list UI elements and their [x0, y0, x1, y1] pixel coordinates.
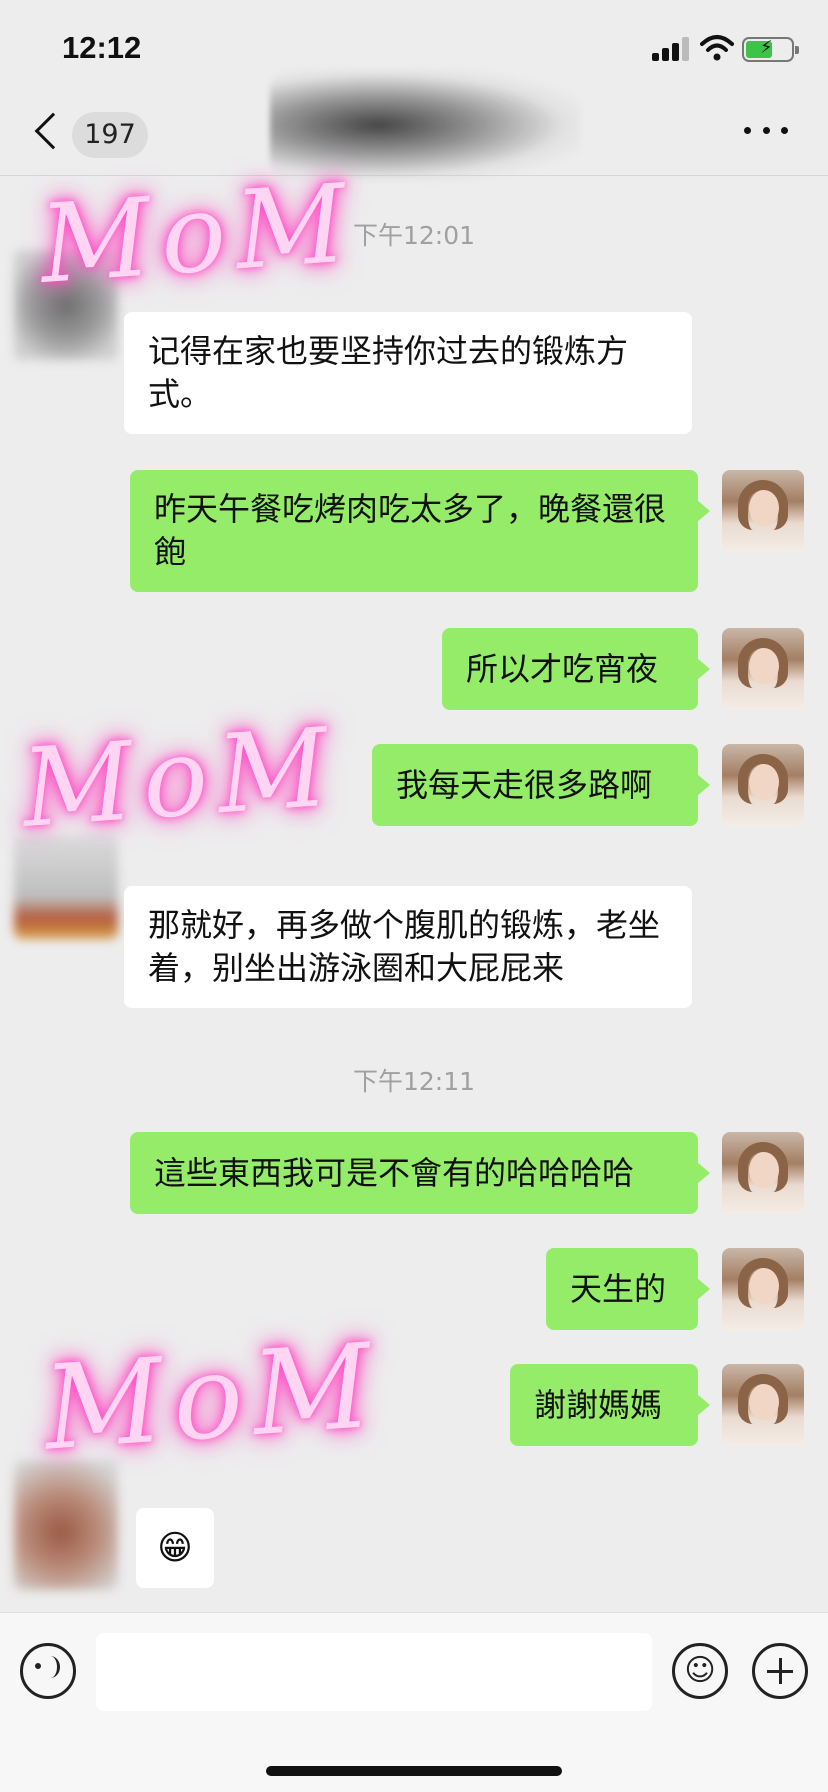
message-bubble-other[interactable]: 😁 [136, 1508, 214, 1588]
avatar-me[interactable] [722, 628, 804, 710]
message-bubble-me[interactable]: 昨天午餐吃烤肉吃太多了，晚餐還很飽 [130, 470, 710, 592]
more-icon[interactable] [744, 120, 788, 140]
avatar-me[interactable] [722, 470, 804, 552]
battery-charging-icon: ⚡ [742, 37, 799, 62]
message-bubble-me[interactable]: 謝謝媽媽 [510, 1364, 710, 1446]
message-input[interactable] [96, 1633, 652, 1711]
chat-header: 197 [0, 70, 828, 180]
plus-icon[interactable] [752, 1643, 808, 1699]
voice-icon[interactable] [20, 1643, 76, 1699]
back-button[interactable]: 197 [34, 106, 154, 162]
message-bubble-other[interactable]: 记得在家也要坚持你过去的锻炼方式。 [124, 312, 692, 434]
message-bubble-me[interactable]: 我每天走很多路啊 [372, 744, 710, 826]
mom-scribble-overlay: MoM [18, 705, 343, 852]
home-indicator [266, 1766, 562, 1776]
cellular-signal-icon [652, 37, 694, 61]
message-input-bar: ☺ [0, 1612, 828, 1792]
message-bubble-other[interactable]: 那就好，再多做个腹肌的锻炼，老坐着，别坐出游泳圈和大屁屁来 [124, 886, 692, 1008]
avatar-contact[interactable] [14, 1460, 118, 1590]
message-bubble-me[interactable]: 天生的 [546, 1248, 710, 1330]
message-bubble-me[interactable]: 這些東西我可是不會有的哈哈哈哈 [130, 1132, 710, 1214]
avatar-me[interactable] [722, 744, 804, 826]
status-time: 12:12 [62, 30, 142, 65]
mom-scribble-overlay: MoM [39, 1318, 386, 1477]
unread-count-badge: 197 [72, 112, 148, 158]
avatar-me[interactable] [722, 1132, 804, 1214]
mom-scribble-overlay: MoM [36, 161, 361, 308]
message-bubble-me[interactable]: 所以才吃宵夜 [442, 628, 710, 710]
avatar-me[interactable] [722, 1248, 804, 1330]
chevron-left-icon [34, 112, 72, 150]
avatar-me[interactable] [722, 1364, 804, 1446]
timestamp: 下午12:11 [352, 1067, 476, 1096]
wifi-icon [700, 35, 734, 61]
emoji-icon[interactable]: ☺ [672, 1643, 728, 1699]
